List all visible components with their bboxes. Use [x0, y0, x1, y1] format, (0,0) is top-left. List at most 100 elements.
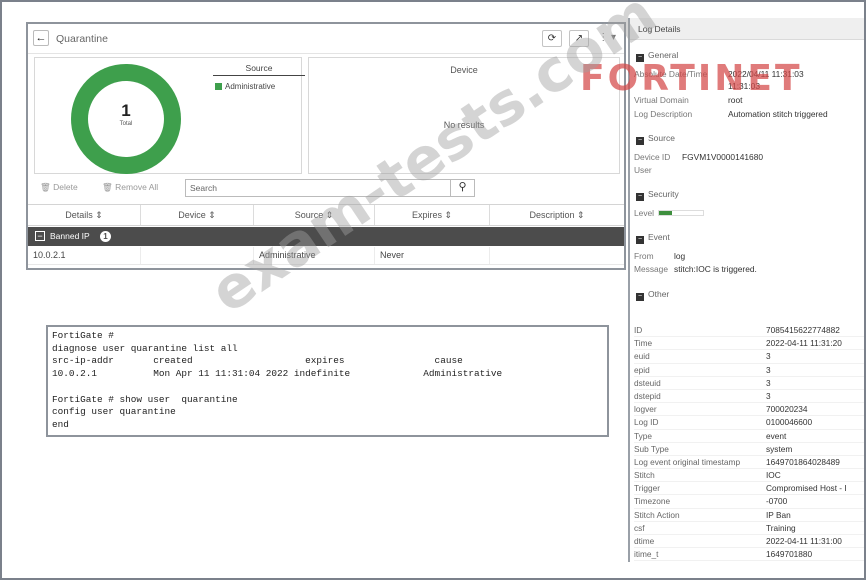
section-other[interactable]: − Other	[636, 289, 669, 301]
column-header-source[interactable]: Source ⇕	[254, 205, 375, 225]
section-other-label: Other	[648, 289, 670, 299]
remove-all-button[interactable]: 🗑 Remove All	[102, 182, 158, 193]
field-key: csf	[634, 522, 645, 533]
field-key: Time	[634, 338, 653, 349]
field-key: Timezone	[634, 496, 671, 507]
field-value: Automation stitch triggered	[728, 109, 828, 119]
screenshot-canvas: ← Quarantine ⟳ ↗ ⋮ ▾ 1 Total Source Admi…	[2, 0, 864, 578]
search-placeholder: Search	[190, 183, 217, 193]
export-icon[interactable]: ↗	[569, 30, 589, 47]
cell-description	[490, 247, 624, 264]
column-header-expires[interactable]: Expires ⇕	[375, 205, 490, 225]
field-key: Sub Type	[634, 443, 669, 454]
field-value: stitch:IOC is triggered.	[674, 264, 757, 274]
field-value: 3	[766, 351, 771, 362]
level-meter-fill	[659, 211, 673, 215]
device-empty-text: No results	[443, 120, 485, 130]
field-value: 1649701880	[766, 549, 813, 560]
other-row: ID 7085415622774882	[634, 324, 864, 338]
field-key: Log event original timestamp	[634, 456, 741, 467]
field-key: itime_t	[634, 549, 659, 560]
group-row-banned-ip[interactable]: − Banned IP 1	[28, 227, 624, 246]
collapse-icon[interactable]: −	[636, 236, 644, 244]
field-value: FGVM1V0000141680	[682, 152, 764, 162]
donut-total-value: 1	[121, 101, 131, 120]
log-details-panel: Log Details − General Absolute Date/Time 2…	[628, 18, 864, 562]
donut-center: 1 Total	[88, 81, 164, 157]
search-input[interactable]: Search ⚲	[185, 179, 475, 197]
security-row: Level	[634, 208, 705, 218]
source-row: Device ID FGVM1V0000141680	[634, 152, 763, 162]
field-value: IP Ban	[766, 509, 791, 520]
delete-button-label: Delete	[53, 182, 78, 192]
legend-title: Source	[213, 63, 305, 76]
section-security[interactable]: − Security	[636, 189, 679, 201]
group-count-badge: 1	[100, 231, 111, 242]
legend-item-label: Administrative	[225, 82, 276, 91]
refresh-icon[interactable]: ⟳	[542, 30, 562, 47]
table-header: Details ⇕ Device ⇕ Source ⇕ Expires ⇕ De…	[28, 204, 624, 226]
field-key: Device ID	[634, 152, 671, 162]
field-value: event	[766, 430, 787, 441]
delete-button[interactable]: 🗑 Delete	[40, 182, 78, 193]
field-key: Device Name	[634, 561, 766, 562]
device-widget-title: Device	[450, 65, 478, 75]
field-value: 2022-04-11 11:31:00	[766, 536, 842, 546]
field-key: epid	[634, 364, 650, 375]
remove-all-button-label: Remove All	[115, 182, 159, 192]
page-title: Quarantine	[56, 33, 108, 45]
cell-source: Administrative	[254, 247, 375, 264]
field-value: 3	[766, 390, 771, 401]
field-key: Log ID	[634, 417, 659, 428]
field-value: Training	[766, 522, 796, 533]
table-row[interactable]: 10.0.2.1 Administrative Never	[28, 247, 624, 265]
cell-details: 10.0.2.1	[28, 247, 141, 264]
brand-logo: FORTINET	[580, 58, 803, 99]
other-row: Time 2022-04-11 11:31:20	[634, 337, 864, 351]
event-row: From log	[634, 251, 685, 261]
other-row: Log ID 0100046600	[634, 416, 864, 430]
field-key: ID	[634, 325, 643, 335]
source-row: User	[634, 165, 682, 175]
trash-icon: 🗑	[102, 182, 116, 192]
other-row: euid 3	[634, 350, 864, 364]
collapse-icon[interactable]: −	[636, 293, 644, 301]
other-row: dtime 2022-04-11 11:31:00	[634, 535, 864, 549]
field-key: Log Description	[634, 109, 693, 119]
cli-text: FortiGate # diagnose user quarantine lis…	[52, 330, 503, 430]
field-value: 7085415622774882	[766, 325, 840, 335]
field-key: logver	[634, 404, 657, 415]
quarantine-panel: ← Quarantine ⟳ ↗ ⋮ ▾ 1 Total Source Admi…	[26, 22, 626, 270]
legend-item[interactable]: Administrative	[215, 82, 275, 91]
field-value: 3	[766, 377, 771, 388]
other-row: csf Training	[634, 522, 864, 535]
collapse-icon[interactable]: −	[35, 231, 45, 241]
column-header-description[interactable]: Description ⇕	[490, 205, 624, 225]
section-event[interactable]: − Event	[636, 232, 670, 244]
column-header-details[interactable]: Details ⇕	[28, 205, 141, 225]
event-row: Message stitch:IOC is triggered.	[634, 264, 757, 274]
back-arrow-icon[interactable]: ←	[33, 30, 49, 46]
other-row: dstepid 3	[634, 390, 864, 404]
field-key: User	[634, 165, 652, 175]
log-details-title: Log Details	[630, 18, 864, 40]
section-security-label: Security	[648, 189, 679, 199]
field-value: Compromised Host - I	[766, 483, 847, 494]
collapse-icon[interactable]: −	[636, 137, 644, 145]
column-header-device[interactable]: Device ⇕	[141, 205, 254, 225]
field-value: log	[674, 251, 686, 261]
collapse-icon[interactable]: −	[636, 193, 644, 201]
section-source[interactable]: − Source	[636, 133, 675, 145]
field-key: dtime	[634, 536, 655, 546]
more-options-icon[interactable]: ⋮ ▾	[598, 32, 616, 43]
logo-text: FORTINET	[580, 58, 803, 99]
level-meter	[658, 210, 705, 216]
search-icon[interactable]: ⚲	[450, 180, 474, 196]
section-event-label: Event	[648, 232, 670, 242]
field-value: 2022-04-11 11:31:20	[766, 338, 842, 349]
field-key: Trigger	[634, 483, 660, 494]
field-value: 700020234	[766, 404, 808, 415]
field-key: Message	[634, 264, 668, 274]
field-value: -0700	[766, 496, 788, 507]
other-row: Log event original timestamp 164970186402…	[634, 456, 864, 470]
